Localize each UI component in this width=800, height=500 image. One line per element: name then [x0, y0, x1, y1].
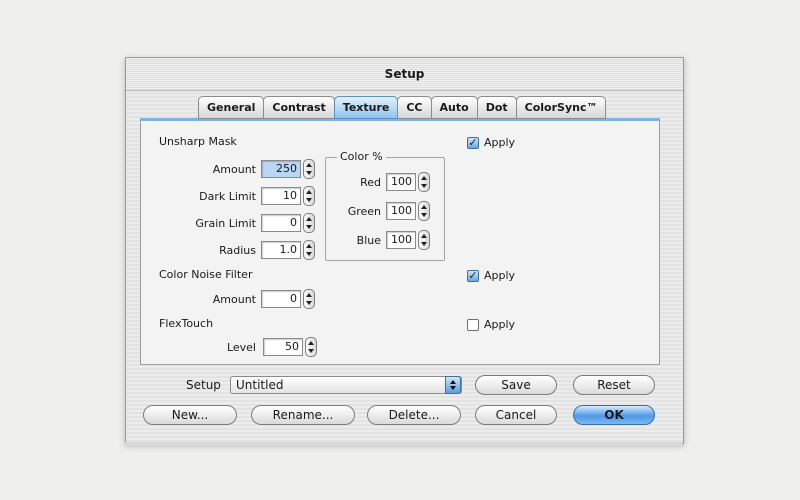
delete-button[interactable]: Delete... — [367, 405, 461, 425]
grain-limit-field[interactable]: 0 — [261, 214, 301, 232]
tab-texture[interactable]: Texture — [333, 96, 399, 119]
green-field[interactable]: 100 — [386, 202, 416, 220]
green-stepper[interactable] — [418, 201, 430, 221]
window-title: Setup — [126, 58, 683, 91]
blue-field[interactable]: 100 — [386, 231, 416, 249]
unsharp-mask-title: Unsharp Mask — [159, 135, 237, 148]
radius-stepper[interactable] — [303, 240, 315, 260]
tab-colorsync[interactable]: ColorSync™ — [515, 96, 607, 119]
red-stepper[interactable] — [418, 172, 430, 192]
popup-arrows-icon — [445, 376, 461, 394]
unsharp-mask-apply-label: Apply — [484, 136, 516, 149]
setup-dialog: Setup General Contrast Texture CC Auto D… — [125, 57, 684, 444]
amount-field[interactable]: 250 — [261, 160, 301, 178]
setup-label: Setup — [186, 378, 221, 392]
save-button[interactable]: Save — [475, 375, 557, 395]
noise-amount-stepper[interactable] — [303, 289, 315, 309]
color-percent-title: Color % — [337, 150, 386, 163]
tab-cc[interactable]: CC — [397, 96, 432, 119]
red-label: Red — [360, 176, 381, 189]
texture-panel: Unsharp Mask ✓ Apply Amount 250 Dark Lim… — [140, 118, 660, 365]
level-label: Level — [226, 341, 256, 354]
radius-label: Radius — [219, 244, 256, 257]
level-stepper[interactable] — [305, 337, 317, 357]
color-noise-filter-title: Color Noise Filter — [159, 268, 253, 281]
red-field[interactable]: 100 — [386, 173, 416, 191]
green-label: Green — [347, 205, 381, 218]
radius-field[interactable]: 1.0 — [261, 241, 301, 259]
noise-amount-field[interactable]: 0 — [261, 290, 301, 308]
dark-limit-field[interactable]: 10 — [261, 187, 301, 205]
new-button[interactable]: New... — [143, 405, 237, 425]
reset-button[interactable]: Reset — [573, 375, 655, 395]
cancel-button[interactable]: Cancel — [475, 405, 557, 425]
grain-limit-label: Grain Limit — [195, 217, 256, 230]
color-noise-apply-checkbox[interactable]: ✓ — [467, 270, 479, 282]
setup-popup[interactable]: Untitled — [230, 376, 462, 394]
tab-general[interactable]: General — [198, 96, 265, 119]
ok-button[interactable]: OK — [573, 405, 655, 425]
color-noise-apply-label: Apply — [484, 269, 516, 282]
dark-limit-stepper[interactable] — [303, 186, 315, 206]
grain-limit-stepper[interactable] — [303, 213, 315, 233]
setup-popup-value: Untitled — [236, 378, 284, 392]
unsharp-mask-apply-checkbox[interactable]: ✓ — [467, 137, 479, 149]
noise-amount-label: Amount — [212, 293, 256, 306]
amount-stepper[interactable] — [303, 159, 315, 179]
tab-dot[interactable]: Dot — [476, 96, 517, 119]
dark-limit-label: Dark Limit — [199, 190, 256, 203]
flextouch-title: FlexTouch — [159, 317, 214, 330]
blue-label: Blue — [356, 234, 381, 247]
tab-bar: General Contrast Texture CC Auto Dot Col… — [198, 96, 607, 119]
flextouch-apply-checkbox[interactable] — [467, 319, 479, 331]
rename-button[interactable]: Rename... — [251, 405, 355, 425]
background-window-edge — [125, 442, 682, 446]
level-field[interactable]: 50 — [263, 338, 303, 356]
flextouch-apply-label: Apply — [484, 318, 516, 331]
tab-auto[interactable]: Auto — [430, 96, 478, 119]
blue-stepper[interactable] — [418, 230, 430, 250]
tab-contrast[interactable]: Contrast — [263, 96, 335, 119]
amount-label: Amount — [212, 163, 256, 176]
